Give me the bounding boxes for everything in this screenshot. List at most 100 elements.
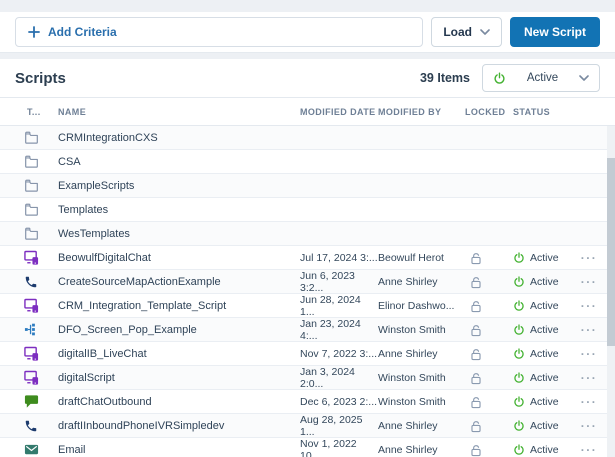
status-power-icon	[513, 420, 525, 432]
status-badge: Active	[530, 396, 559, 408]
modified-date: Jul 17, 2024 3:...	[300, 252, 378, 264]
table-row[interactable]: CRM_Integration_Template_Script Jun 28, …	[0, 294, 615, 318]
digital-icon	[24, 370, 39, 385]
modified-by: Anne Shirley	[378, 348, 465, 360]
phone-icon	[24, 275, 38, 289]
row-menu-button[interactable]: ···	[581, 395, 598, 409]
status-power-icon	[513, 396, 525, 408]
email-icon	[24, 442, 39, 457]
status-badge: Active	[530, 300, 559, 312]
lock-unlocked-icon	[465, 323, 483, 337]
lock-unlocked-icon	[465, 443, 483, 457]
script-name: Email	[58, 444, 300, 456]
column-modified-by[interactable]: MODIFIED BY	[378, 107, 465, 117]
row-menu-button[interactable]: ···	[581, 275, 598, 289]
digital-icon	[24, 346, 39, 361]
row-menu-button[interactable]: ···	[581, 443, 598, 457]
lock-unlocked-icon	[465, 251, 483, 265]
status-power-icon	[513, 276, 525, 288]
table-row[interactable]: WesTemplates	[0, 222, 615, 246]
table-row[interactable]: DFO_Screen_Pop_Example Jan 23, 2024 4:..…	[0, 318, 615, 342]
table-row[interactable]: CreateSourceMapActionExample Jun 6, 2023…	[0, 270, 615, 294]
items-count: 39 Items	[420, 71, 470, 85]
table-row[interactable]: Email Nov 1, 2022 10... Anne Shirley Act…	[0, 438, 615, 457]
scrollbar-thumb[interactable]	[607, 158, 615, 346]
dfo-icon	[24, 322, 39, 337]
modified-date: Jun 6, 2023 3:2...	[300, 270, 378, 294]
column-name[interactable]: NAME	[58, 107, 300, 117]
chevron-down-icon	[480, 29, 490, 35]
digital-icon	[24, 298, 39, 313]
load-button[interactable]: Load	[431, 17, 502, 47]
status-badge: Active	[530, 444, 559, 456]
modified-by: Winston Smith	[378, 372, 465, 384]
phone-icon	[24, 419, 38, 433]
script-name: CSA	[58, 156, 300, 168]
lock-unlocked-icon	[465, 347, 483, 361]
row-menu-button[interactable]: ···	[581, 419, 598, 433]
status-power-icon	[513, 252, 525, 264]
modified-by: Beowulf Herot	[378, 252, 465, 264]
row-menu-button[interactable]: ···	[581, 347, 598, 361]
table-row[interactable]: ExampleScripts	[0, 174, 615, 198]
modified-date: Jan 23, 2024 4:...	[300, 318, 378, 342]
modified-by: Anne Shirley	[378, 420, 465, 432]
row-menu-button[interactable]: ···	[581, 371, 598, 385]
row-menu-button[interactable]: ···	[581, 251, 598, 265]
table-row[interactable]: digitalIB_LiveChat Nov 7, 2022 3:... Ann…	[0, 342, 615, 366]
lock-unlocked-icon	[465, 395, 483, 409]
table-row[interactable]: draftIInboundPhoneIVRSimpledev Aug 28, 2…	[0, 414, 615, 438]
power-icon	[493, 72, 506, 85]
modified-date: Nov 1, 2022 10...	[300, 438, 378, 457]
divider-strip	[0, 52, 615, 59]
load-label: Load	[443, 25, 472, 39]
status-power-icon	[513, 372, 525, 384]
script-name: CRM_Integration_Template_Script	[58, 300, 300, 312]
modified-date: Dec 6, 2023 2:...	[300, 396, 378, 408]
script-name: Templates	[58, 204, 300, 216]
script-name: CRMIntegrationCXS	[58, 132, 300, 144]
status-filter-dropdown[interactable]: Active	[482, 64, 600, 92]
status-power-icon	[513, 444, 525, 456]
status-badge: Active	[530, 324, 559, 336]
status-badge: Active	[530, 348, 559, 360]
script-name: draftChatOutbound	[58, 396, 300, 408]
status-badge: Active	[530, 252, 559, 264]
column-status[interactable]: STATUS	[503, 107, 575, 117]
row-menu-button[interactable]: ···	[581, 323, 598, 337]
scrollbar-track[interactable]	[607, 126, 615, 457]
lock-unlocked-icon	[465, 419, 483, 433]
script-name: DFO_Screen_Pop_Example	[58, 324, 300, 336]
scripts-table: CRMIntegrationCXS CSA ExampleScripts Tem…	[0, 126, 615, 457]
table-row[interactable]: draftChatOutbound Dec 6, 2023 2:... Wins…	[0, 390, 615, 414]
table-row[interactable]: CSA	[0, 150, 615, 174]
new-script-label: New Script	[524, 25, 586, 39]
add-criteria-label: Add Criteria	[48, 25, 117, 39]
table-row[interactable]: digitalScript Jan 3, 2024 2:0... Winston…	[0, 366, 615, 390]
lock-unlocked-icon	[465, 299, 483, 313]
script-name: ExampleScripts	[58, 180, 300, 192]
modified-date: Aug 28, 2025 1...	[300, 414, 378, 438]
status-badge: Active	[530, 372, 559, 384]
table-row[interactable]: BeowulfDigitalChat Jul 17, 2024 3:... Be…	[0, 246, 615, 270]
table-row[interactable]: CRMIntegrationCXS	[0, 126, 615, 150]
new-script-button[interactable]: New Script	[510, 17, 600, 47]
status-badge: Active	[530, 276, 559, 288]
chat-icon	[24, 394, 39, 409]
add-criteria-button[interactable]: Add Criteria	[15, 17, 423, 47]
table-row[interactable]: Templates	[0, 198, 615, 222]
column-locked[interactable]: LOCKED	[465, 107, 503, 117]
lock-unlocked-icon	[465, 275, 483, 289]
modified-date: Jun 28, 2024 1...	[300, 294, 378, 318]
script-name: WesTemplates	[58, 228, 300, 240]
digital-icon	[24, 250, 39, 265]
lock-unlocked-icon	[465, 371, 483, 385]
modified-date: Jan 3, 2024 2:0...	[300, 366, 378, 390]
modified-by: Anne Shirley	[378, 276, 465, 288]
column-type[interactable]: T...	[15, 107, 58, 117]
modified-by: Winston Smith	[378, 324, 465, 336]
modified-date: Nov 7, 2022 3:...	[300, 348, 378, 360]
modified-by: Winston Smith	[378, 396, 465, 408]
row-menu-button[interactable]: ···	[581, 299, 598, 313]
column-modified-date[interactable]: MODIFIED DATE	[300, 107, 378, 117]
